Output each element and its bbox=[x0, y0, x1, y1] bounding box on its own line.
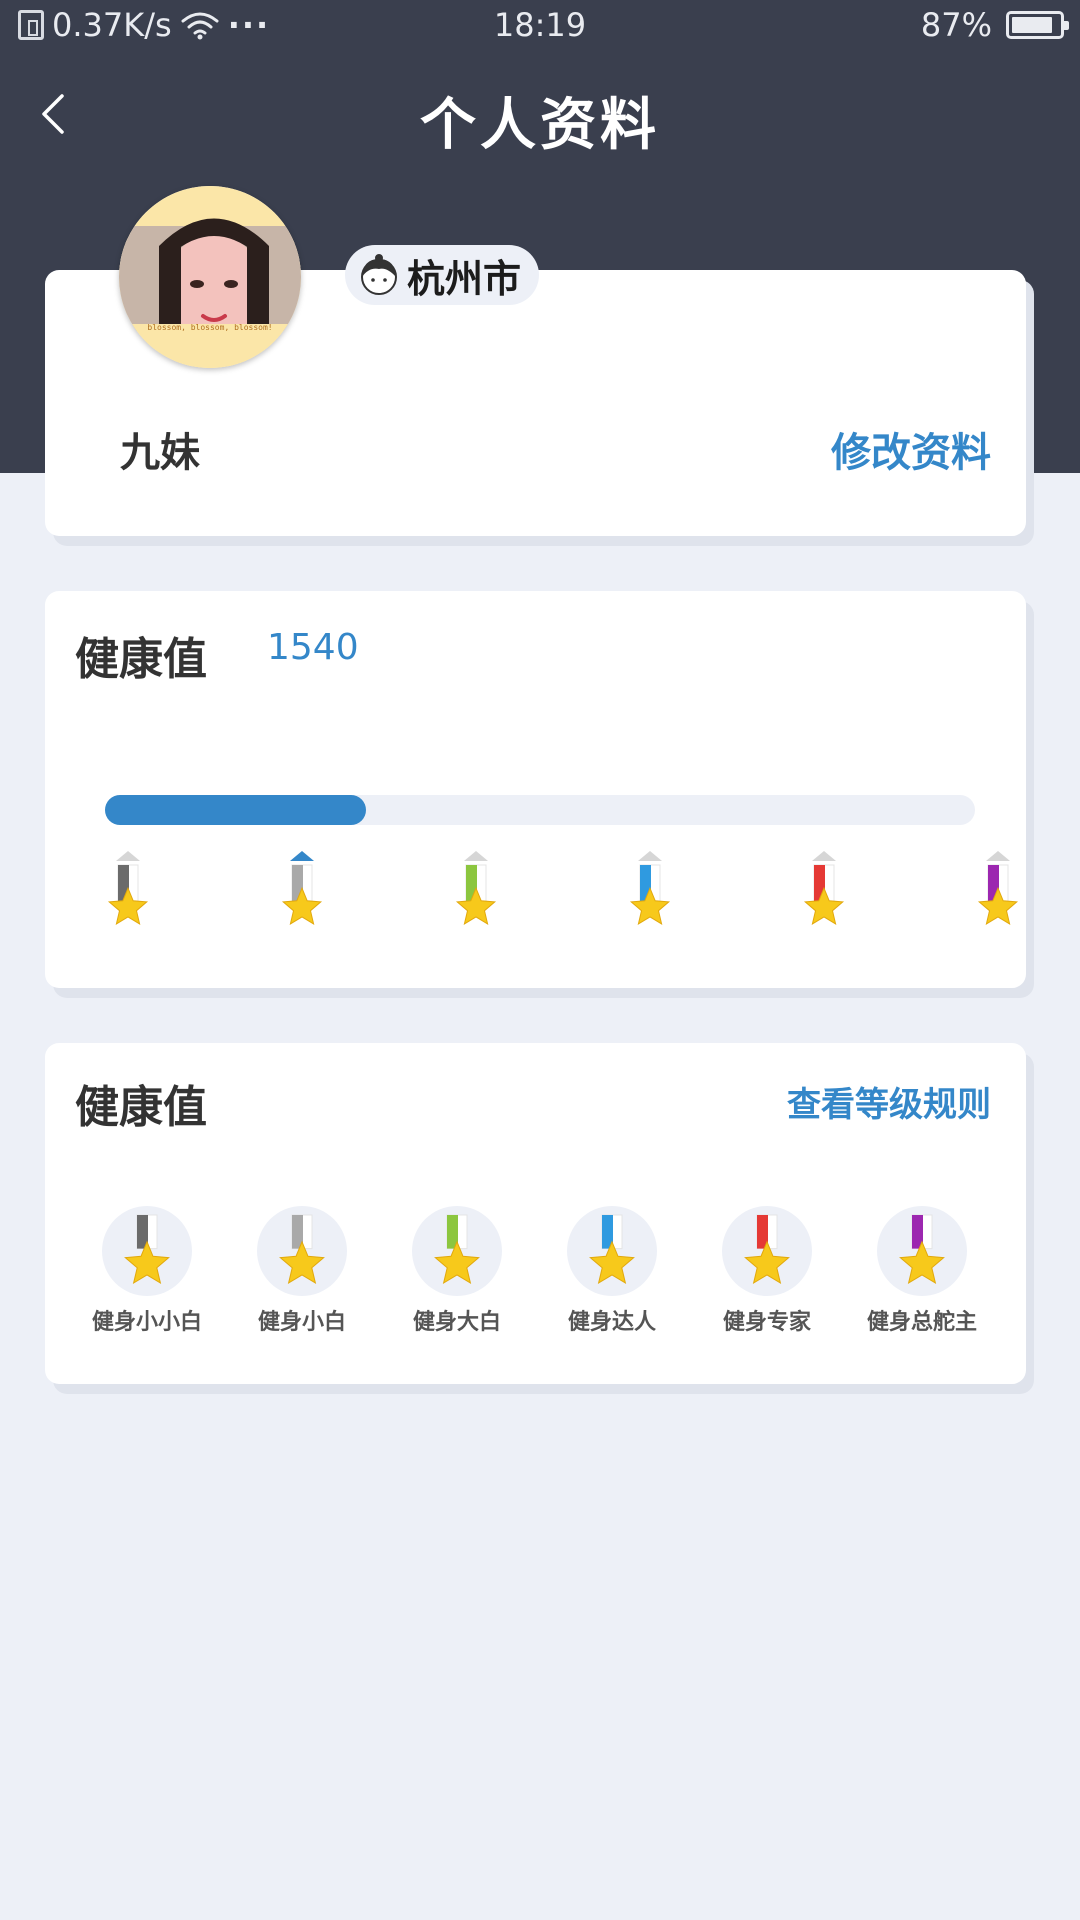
level-medal-icon bbox=[798, 849, 850, 937]
level-badge-label: 健身专家 bbox=[722, 1310, 811, 1335]
level-badge: 健身达人 bbox=[537, 1206, 687, 1336]
girl-face-icon bbox=[361, 254, 397, 295]
health-value-title: 健康值 bbox=[75, 634, 207, 685]
health-value-card: 健康值 1540 bbox=[45, 591, 1026, 988]
status-bar: 0.37K/s ··· 18:19 87% bbox=[0, 0, 1080, 52]
levels-title: 健康值 bbox=[75, 1082, 207, 1133]
user-name: 九妹 bbox=[120, 430, 200, 476]
health-value-number: 1540 bbox=[267, 627, 359, 668]
health-progress-bar bbox=[105, 795, 975, 825]
level-badge-label: 健身总舵主 bbox=[866, 1310, 977, 1335]
status-time: 18:19 bbox=[493, 6, 587, 44]
level-medal-icon bbox=[624, 849, 676, 937]
avatar[interactable]: blossom, blossom, blossom! bbox=[119, 186, 301, 368]
medal-icon bbox=[102, 1206, 192, 1296]
medal-icon bbox=[412, 1206, 502, 1296]
page-title: 个人资料 bbox=[420, 93, 660, 158]
location-badge: 杭州市 bbox=[345, 245, 540, 305]
battery-icon bbox=[1006, 11, 1069, 39]
status-right: 87% bbox=[920, 6, 1069, 44]
medal-icon bbox=[257, 1206, 347, 1296]
level-medal-icon bbox=[450, 849, 502, 937]
level-badge: 健身小白 bbox=[227, 1206, 377, 1336]
level-badge: 健身大白 bbox=[382, 1206, 532, 1336]
medal-icon bbox=[567, 1206, 657, 1296]
health-progress-fill bbox=[105, 795, 366, 825]
edit-profile-link[interactable]: 修改资料 bbox=[831, 420, 991, 478]
view-level-rules-link[interactable]: 查看等级规则 bbox=[787, 1077, 991, 1126]
medal-icon bbox=[877, 1206, 967, 1296]
location-text: 杭州市 bbox=[407, 256, 522, 301]
level-medal-icon bbox=[102, 849, 154, 937]
level-badge-label: 健身小白 bbox=[257, 1310, 346, 1335]
level-badge-label: 健身大白 bbox=[412, 1310, 501, 1335]
level-badge: 健身总舵主 bbox=[847, 1206, 997, 1336]
level-medal-icon bbox=[276, 849, 328, 937]
avatar-photo: blossom, blossom, blossom! bbox=[119, 186, 301, 368]
level-badge: 健身小小白 bbox=[72, 1206, 222, 1336]
level-badge-label: 健身小小白 bbox=[91, 1310, 202, 1335]
battery-fill bbox=[1012, 17, 1053, 33]
avatar-caption: blossom, blossom, blossom! bbox=[147, 323, 272, 332]
level-badge-label: 健身达人 bbox=[567, 1310, 656, 1335]
level-medal-icon bbox=[972, 849, 1024, 937]
level-medal-row bbox=[45, 849, 1026, 939]
battery-percent: 87% bbox=[920, 6, 992, 44]
level-badge: 健身专家 bbox=[692, 1206, 842, 1336]
levels-card: 健康值 查看等级规则 健身小小白 健身小白 健身大白 健身达人 健身专家 健身总舵主 bbox=[45, 1043, 1026, 1384]
medal-icon bbox=[722, 1206, 812, 1296]
